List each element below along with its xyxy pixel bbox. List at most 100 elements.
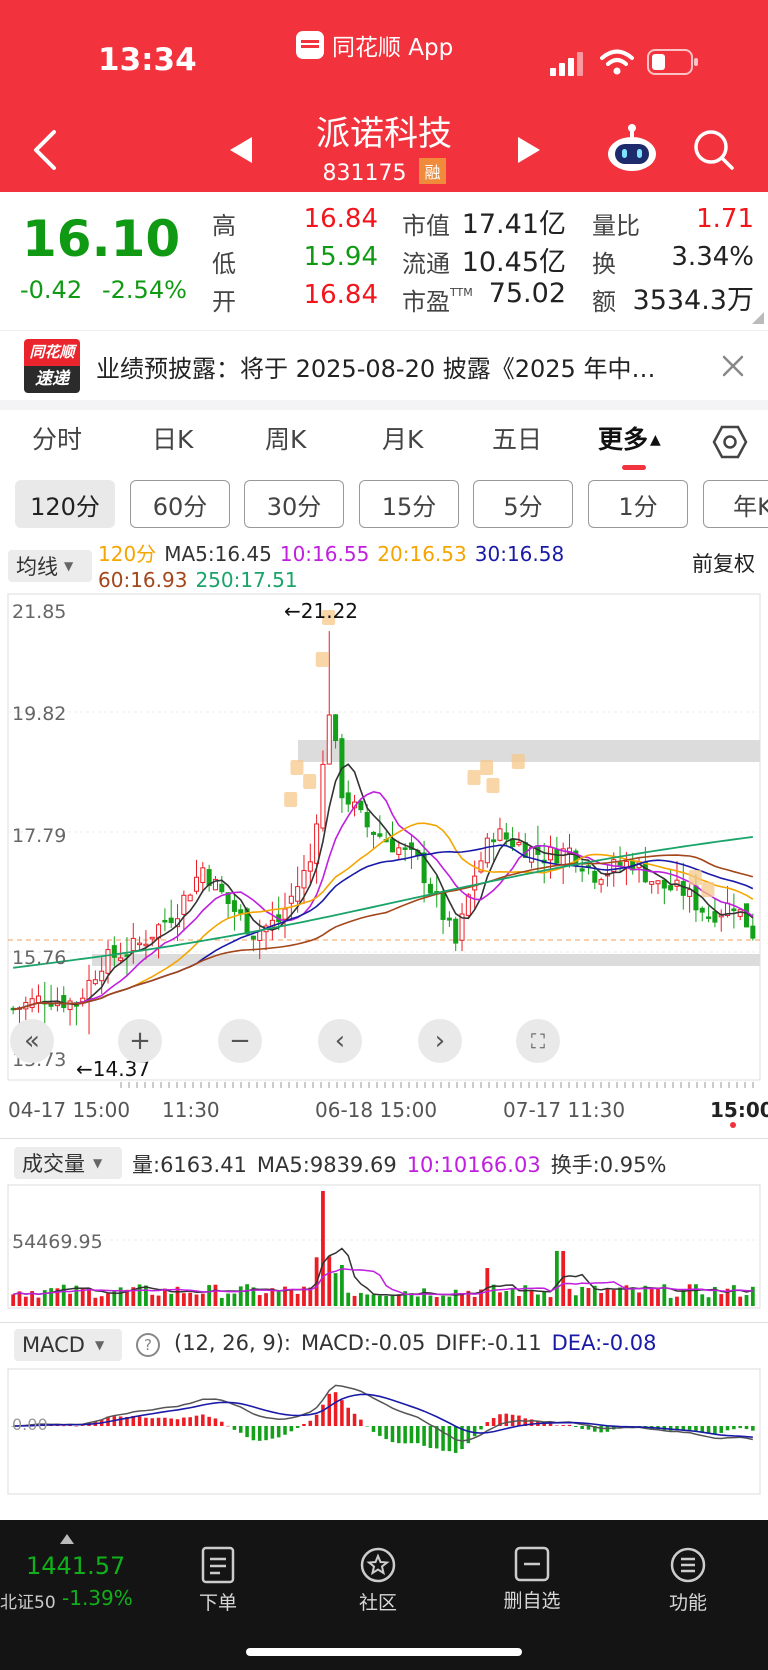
app-indicator[interactable]: 同花顺 App xyxy=(296,28,453,62)
volume-bar xyxy=(207,1285,212,1306)
app-label: 同花顺 App xyxy=(332,35,454,61)
candle-body xyxy=(642,862,648,883)
tab-more[interactable]: 更多 ▲ xyxy=(598,420,661,456)
volume-bar xyxy=(447,1296,452,1306)
help-icon[interactable]: ? xyxy=(136,1333,160,1357)
stat-value-amount: 3534.3万 xyxy=(632,285,754,316)
scroll-right-button[interactable]: › xyxy=(418,1019,462,1063)
back-icon[interactable] xyxy=(30,128,60,172)
status-time: 13:34 xyxy=(98,42,197,78)
bottom-nav: 1441.57 北证50 -1.39% 下单 社区 删自选 功能 xyxy=(0,1520,768,1670)
volume-chart[interactable]: 54469.95 xyxy=(0,1184,768,1310)
macd-bar xyxy=(441,1426,445,1451)
bulletin-text: 业绩预披露：将于 2025-08-20 披露《2025 年中… xyxy=(96,355,656,383)
macd-chart[interactable]: 0.00 xyxy=(0,1368,768,1496)
signal-marker xyxy=(511,754,525,769)
nav-remove-watchlist[interactable]: 删自选 xyxy=(482,1546,582,1613)
macd-bar xyxy=(61,1425,66,1427)
volume-bar xyxy=(441,1295,445,1306)
stat-label-volratio: 量比 xyxy=(592,212,640,240)
time-scrollbar[interactable] xyxy=(120,1082,760,1088)
period-60min[interactable]: 60分 xyxy=(130,480,230,528)
close-icon[interactable] xyxy=(720,353,746,379)
period-15min[interactable]: 15分 xyxy=(359,480,459,528)
candle-body xyxy=(377,833,383,837)
robot-assistant-icon[interactable] xyxy=(606,122,658,172)
stock-name: 派诺科技 xyxy=(316,114,452,154)
zoom-in-button[interactable]: + xyxy=(118,1019,162,1063)
volume-bar xyxy=(567,1288,572,1306)
battery-icon xyxy=(647,49,698,75)
macd-bar xyxy=(504,1413,509,1426)
fullscreen-button[interactable]: ⛶ xyxy=(516,1019,560,1063)
volume-bar xyxy=(510,1289,515,1306)
macd-bar xyxy=(308,1420,313,1426)
period-5min[interactable]: 5分 xyxy=(473,480,573,528)
macd-dea: DEA:-0.08 xyxy=(551,1331,657,1355)
tab-monthly[interactable]: 月K xyxy=(382,420,423,456)
wifi-icon xyxy=(600,49,634,75)
nav-functions[interactable]: 功能 xyxy=(638,1546,738,1615)
date-label-4: 15:00 xyxy=(710,1098,768,1122)
candle-body xyxy=(370,831,377,835)
volume-bar xyxy=(384,1295,389,1306)
kline-chart[interactable]: 21.85 19.82 17.79 15.76 13.73 ←21.22 ←14… xyxy=(0,592,768,1092)
volume-bar xyxy=(491,1284,496,1306)
macd-header: MACD ▼ ? (12, 26, 9): MACD:-0.05 DIFF:-0.11… xyxy=(0,1322,768,1366)
candle-body xyxy=(48,1004,54,1007)
stat-value-mktcap: 17.41亿 xyxy=(461,209,566,240)
stat-label-turnover: 换 xyxy=(592,250,616,278)
macd-bar xyxy=(744,1426,749,1430)
ma-line xyxy=(13,791,754,1011)
signal-marker xyxy=(303,774,317,789)
period-120min[interactable]: 120分 xyxy=(15,480,115,528)
zoom-out-button[interactable]: − xyxy=(218,1019,262,1063)
candle-body xyxy=(168,917,174,924)
macd-bar xyxy=(163,1417,167,1426)
tab-timeshare[interactable]: 分时 xyxy=(32,420,82,456)
tab-fiveday[interactable]: 五日 xyxy=(492,420,542,456)
candle-body xyxy=(92,979,98,985)
period-30min[interactable]: 30分 xyxy=(244,480,344,528)
expand-corner-icon[interactable] xyxy=(752,312,764,324)
news-bulletin[interactable]: 同花顺 速递 业绩预披露：将于 2025-08-20 披露《2025 年中… xyxy=(0,330,768,402)
candle-body xyxy=(649,881,655,885)
macd-bar xyxy=(725,1426,730,1431)
volume-bar xyxy=(106,1293,110,1306)
tab-weekly[interactable]: 周K xyxy=(265,420,306,456)
nav-order[interactable]: 下单 xyxy=(168,1546,268,1615)
macd-bar xyxy=(194,1415,199,1426)
macd-bar xyxy=(188,1417,192,1426)
scroll-left-button[interactable]: ‹ xyxy=(318,1019,362,1063)
candle-body xyxy=(301,869,307,889)
period-1min[interactable]: 1分 xyxy=(588,480,688,528)
next-stock-icon[interactable] xyxy=(516,135,542,165)
search-icon[interactable] xyxy=(692,128,736,172)
candle-body xyxy=(402,847,408,850)
stat-label-float: 流通 xyxy=(402,250,450,278)
candle-body xyxy=(219,883,225,893)
volume-bar xyxy=(238,1286,243,1306)
period-yearly[interactable]: 年K xyxy=(703,480,768,528)
volume-selector[interactable]: 成交量 ▼ xyxy=(14,1147,122,1179)
volume-bar xyxy=(219,1297,224,1306)
margin-badge: 融 xyxy=(419,158,446,184)
zoom-fastback-button[interactable]: « xyxy=(10,1019,54,1063)
macd-bar xyxy=(144,1417,148,1426)
macd-bar xyxy=(238,1426,243,1433)
date-label-0: 04-17 15:00 xyxy=(8,1098,131,1122)
stat-label-amount: 额 xyxy=(592,288,616,316)
volume-bar xyxy=(504,1290,509,1306)
ma60-value: 60:16.93 xyxy=(98,568,188,592)
nav-community[interactable]: 社区 xyxy=(328,1546,428,1615)
ma-indicator-selector[interactable]: 均线 ▼ xyxy=(8,550,92,582)
macd-selector[interactable]: MACD ▼ xyxy=(14,1329,122,1361)
tab-daily[interactable]: 日K xyxy=(152,420,193,456)
volume-value: 量:6163.41 xyxy=(132,1153,247,1177)
volume-ma5: MA5:9839.69 xyxy=(256,1153,397,1177)
index-widget[interactable]: 1441.57 北证50 -1.39% xyxy=(0,1530,140,1620)
volume-bar xyxy=(750,1286,755,1306)
volume-bar xyxy=(264,1293,268,1306)
chart-settings-icon[interactable] xyxy=(712,424,748,460)
adjust-mode[interactable]: 前复权 xyxy=(692,548,755,578)
